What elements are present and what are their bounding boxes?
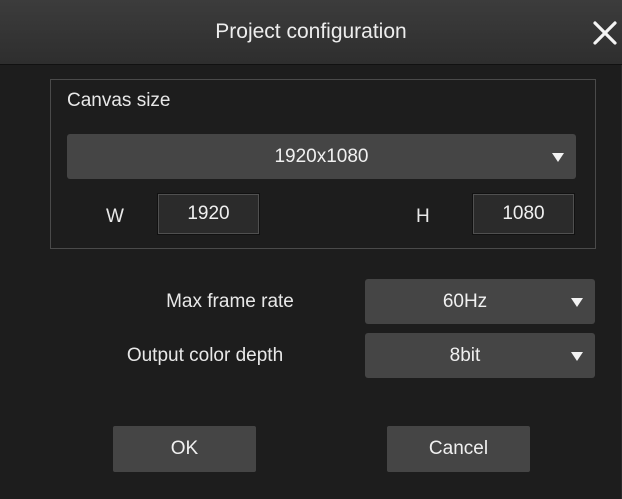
ok-button[interactable]: OK	[113, 426, 256, 472]
height-label: H	[416, 206, 430, 227]
dialog-title: Project configuration	[215, 20, 407, 43]
color-depth-value: 8bit	[449, 344, 481, 366]
height-field[interactable]	[472, 193, 575, 235]
width-field[interactable]	[157, 193, 260, 235]
title-bar: Project configuration	[0, 0, 622, 65]
close-icon[interactable]	[590, 18, 620, 48]
dropdown-arrow-icon	[571, 351, 583, 361]
frame-rate-value: 60Hz	[442, 290, 488, 312]
canvas-size-value: 1920x1080	[274, 145, 369, 167]
color-depth-dropdown[interactable]: 8bit	[365, 333, 595, 378]
cancel-button[interactable]: Cancel	[387, 426, 530, 472]
dropdown-arrow-icon	[571, 297, 583, 307]
project-configuration-dialog: Project configuration Canvas size 1920x1…	[0, 0, 622, 499]
dropdown-arrow-icon	[552, 152, 564, 162]
frame-rate-dropdown[interactable]: 60Hz	[365, 279, 595, 324]
output-color-depth-label: Output color depth	[126, 345, 284, 366]
canvas-size-dropdown[interactable]: 1920x1080	[67, 134, 576, 179]
canvas-size-label: Canvas size	[67, 90, 171, 111]
max-frame-rate-label: Max frame rate	[166, 291, 294, 312]
width-label: W	[106, 206, 124, 227]
